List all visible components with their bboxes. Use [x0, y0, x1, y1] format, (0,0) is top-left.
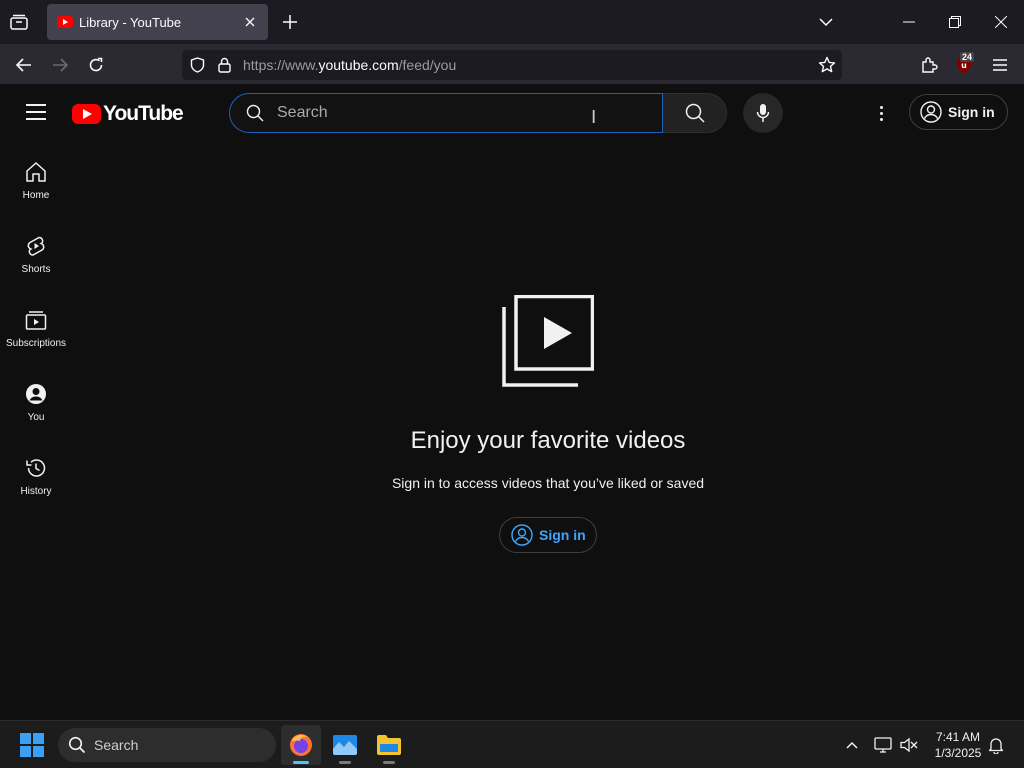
subscriptions-icon — [24, 308, 48, 332]
chevron-down-icon — [819, 18, 833, 26]
url-bar[interactable]: https://www.youtube.com/feed/you — [182, 50, 842, 80]
clock-time: 7:41 AM — [935, 730, 981, 744]
notifications-button[interactable] — [986, 735, 1006, 755]
reload-icon — [89, 57, 103, 72]
taskbar-app-photos[interactable] — [325, 725, 365, 765]
taskbar: Search 7:41 AM 1/3/2025 — [0, 720, 1024, 768]
forward-button[interactable] — [49, 54, 71, 76]
sidebar-item-subscriptions[interactable]: Subscriptions — [0, 288, 72, 362]
back-button[interactable] — [13, 54, 35, 76]
browser-tab-bar: Library - YouTube — [0, 0, 1024, 44]
close-icon — [995, 16, 1007, 28]
url-path: /feed/you — [398, 57, 457, 73]
show-hidden-icons-button[interactable] — [842, 735, 862, 755]
network-icon — [874, 737, 892, 753]
home-icon — [24, 160, 48, 184]
close-window-button[interactable] — [991, 12, 1011, 32]
taskbar-search-label: Search — [94, 737, 139, 753]
network-status-button[interactable] — [873, 735, 893, 755]
search-icon — [68, 736, 86, 754]
sidebar-item-label: You — [27, 412, 45, 423]
url-prefix: https://www. — [243, 57, 319, 73]
empty-state-title: Enjoy your favorite videos — [410, 427, 686, 454]
bell-icon — [988, 738, 1004, 754]
sidebar-item-label: Home — [22, 190, 50, 201]
firefox-icon — [290, 734, 312, 756]
sidebar-item-history[interactable]: History — [0, 436, 72, 510]
list-all-tabs-button[interactable] — [8, 11, 30, 33]
empty-state-sign-in-button[interactable]: Sign in — [499, 517, 597, 553]
shorts-icon — [24, 234, 48, 258]
account-icon — [511, 524, 533, 546]
arrow-right-icon — [53, 58, 68, 72]
clock-date: 1/3/2025 — [934, 746, 982, 760]
you-icon — [24, 382, 48, 406]
photos-app-icon — [333, 735, 357, 755]
restore-icon — [949, 16, 961, 28]
taskbar-app-firefox[interactable] — [281, 725, 321, 765]
empty-state: Enjoy your favorite videos Sign in to ac… — [72, 84, 1024, 720]
empty-state-subtitle: Sign in to access videos that you’ve lik… — [391, 475, 705, 491]
minimize-button[interactable] — [899, 12, 919, 32]
sidebar-item-you[interactable]: You — [0, 362, 72, 436]
extension-badge: 24 — [960, 52, 975, 62]
history-icon — [24, 456, 48, 480]
taskbar-app-file-explorer[interactable] — [369, 725, 409, 765]
chevron-up-icon — [846, 741, 858, 749]
arrow-left-icon — [16, 58, 31, 72]
active-tab[interactable]: Library - YouTube — [47, 4, 268, 40]
lock-icon[interactable] — [218, 57, 231, 73]
puzzle-icon — [922, 57, 938, 73]
sidebar-item-label: Shorts — [21, 264, 51, 275]
clock[interactable]: 7:41 AM 1/3/2025 — [920, 729, 996, 761]
browser-nav-bar: https://www.youtube.com/feed/you u 24 — [0, 44, 1024, 84]
restore-button[interactable] — [945, 12, 965, 32]
volume-button[interactable] — [899, 735, 919, 755]
minimize-icon — [903, 21, 915, 23]
hamburger-menu-icon — [993, 59, 1007, 71]
folder-icon — [377, 735, 401, 755]
url-text[interactable]: https://www.youtube.com/feed/you — [243, 57, 456, 73]
sidebar-item-label: History — [20, 486, 52, 497]
start-button[interactable] — [20, 733, 44, 757]
taskbar-search[interactable]: Search — [58, 728, 276, 762]
bookmark-star-icon[interactable] — [818, 56, 836, 74]
sign-in-label: Sign in — [539, 527, 586, 543]
plus-icon — [283, 15, 297, 29]
reload-button[interactable] — [85, 54, 107, 76]
shield-icon[interactable] — [190, 57, 205, 73]
close-icon — [245, 17, 255, 27]
sidebar-item-shorts[interactable]: Shorts — [0, 214, 72, 288]
sidebar-item-label: Subscriptions — [5, 338, 67, 349]
speaker-muted-icon — [900, 737, 918, 753]
guide-menu-button[interactable] — [24, 102, 48, 122]
youtube-favicon-icon — [57, 16, 73, 28]
tab-overflow-button[interactable] — [816, 13, 836, 31]
tab-list-icon — [10, 14, 28, 30]
extensions-button[interactable] — [918, 54, 940, 76]
windows-logo-icon — [20, 733, 31, 744]
tab-title: Library - YouTube — [79, 14, 182, 30]
video-library-icon — [502, 295, 594, 387]
youtube-page: YouTube I — [0, 84, 1024, 720]
svg-text:u: u — [961, 61, 967, 70]
app-menu-button[interactable] — [989, 54, 1011, 76]
close-tab-button[interactable] — [242, 14, 258, 30]
new-tab-button[interactable] — [280, 12, 300, 32]
sidebar-item-home[interactable]: Home — [0, 140, 72, 214]
url-host: youtube.com — [318, 57, 399, 73]
